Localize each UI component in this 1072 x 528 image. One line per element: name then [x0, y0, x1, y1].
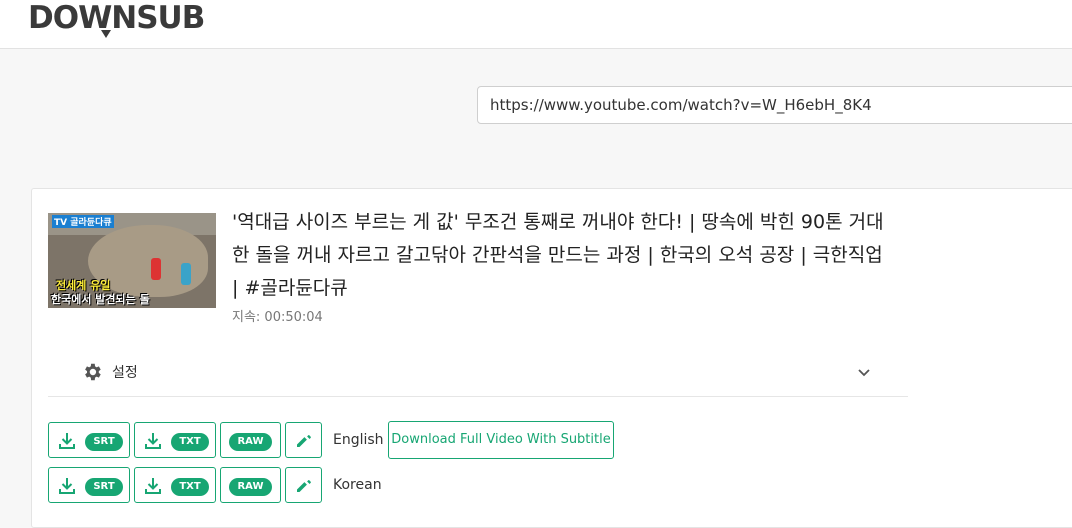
format-label: SRT [85, 478, 123, 496]
video-duration: 지속: 00:50:04 [232, 310, 323, 325]
format-label: TXT [171, 478, 209, 496]
download-icon [145, 433, 161, 449]
settings-label: 설정 [112, 365, 138, 381]
english-txt-download-button[interactable]: TXT [134, 422, 216, 458]
language-english-label: English [333, 432, 384, 448]
format-label: SRT [85, 433, 123, 451]
thumbnail-caption-2: 한국에서 발견되는 돌 [51, 293, 150, 306]
gear-icon [85, 363, 101, 381]
pencil-icon [297, 435, 311, 447]
language-korean-label: Korean [333, 477, 382, 493]
format-label: RAW [229, 433, 272, 451]
video-title: '역대급 사이즈 부르는 게 값' 무조건 통째로 꺼내야 한다! | 땅속에 … [232, 211, 884, 299]
korean-txt-download-button[interactable]: TXT [134, 467, 216, 503]
english-srt-download-button[interactable]: SRT [48, 422, 130, 458]
download-icon [59, 433, 75, 449]
format-label: RAW [229, 478, 272, 496]
korean-raw-download-button[interactable]: RAW [220, 467, 281, 503]
pencil-icon [297, 480, 311, 492]
download-icon [145, 478, 161, 494]
download-full-video-button[interactable]: Download Full Video With Subtitle [388, 421, 614, 459]
downsub-logo[interactable]: DOWNSUB [28, 0, 205, 36]
korean-edit-button[interactable] [285, 467, 322, 503]
english-edit-button[interactable] [285, 422, 322, 458]
video-thumbnail: TV 골라듄다큐 전세계 유일 한국에서 발견되는 돌 [48, 213, 216, 308]
format-label: TXT [171, 433, 209, 451]
download-icon [59, 478, 75, 494]
site-header: DOWNSUB [0, 0, 1072, 49]
thumbnail-tag: TV 골라듄다큐 [52, 215, 114, 228]
english-raw-download-button[interactable]: RAW [220, 422, 281, 458]
chevron-down-icon[interactable] [856, 364, 872, 380]
korean-srt-download-button[interactable]: SRT [48, 467, 130, 503]
url-input[interactable] [477, 86, 1072, 124]
settings-toggle[interactable]: 설정 [48, 348, 908, 397]
logo-arrow-icon [101, 30, 111, 38]
